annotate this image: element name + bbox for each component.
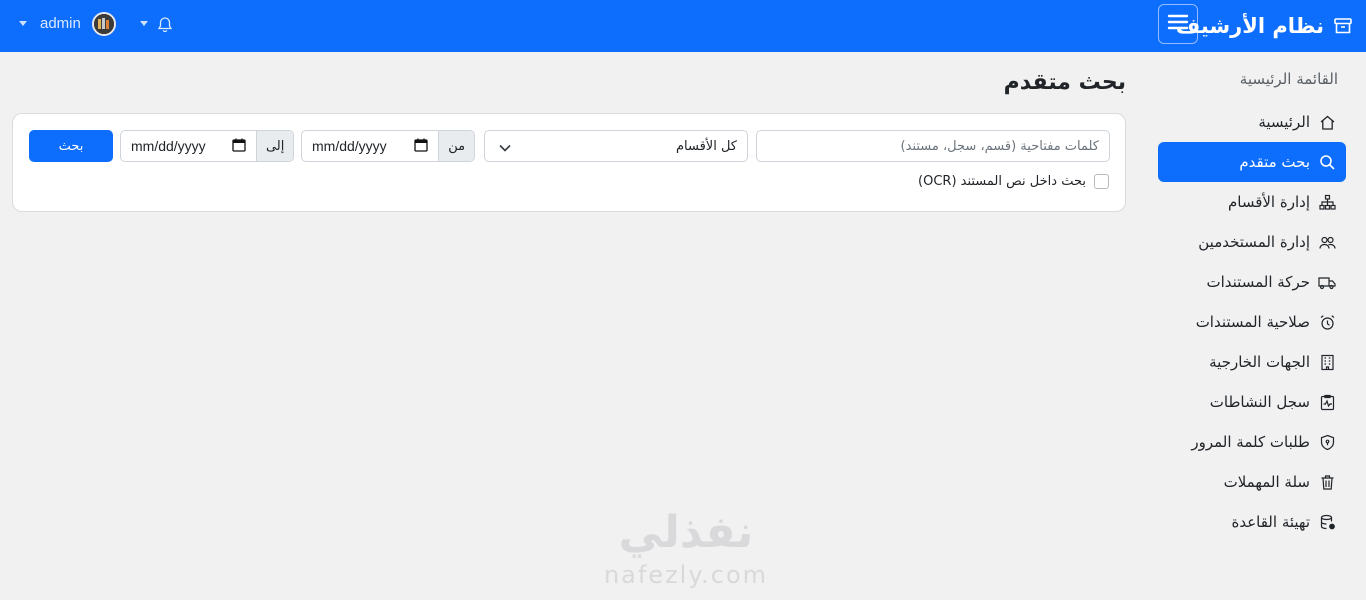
sidebar-item-activity-log[interactable]: سجل النشاطات <box>1158 382 1346 422</box>
date-to-value: mm/dd/yyyy <box>131 138 206 154</box>
date-to-input[interactable]: mm/dd/yyyy <box>121 131 256 161</box>
users-icon <box>1318 233 1336 251</box>
page-title: بحث متقدم <box>1003 70 1126 95</box>
ocr-checkbox-label[interactable]: بحث داخل نص المستند (OCR) <box>918 174 1086 189</box>
date-from-label: من <box>438 131 474 161</box>
sidebar-item-label: بحث متقدم <box>1239 153 1310 171</box>
shield-icon <box>1318 433 1336 451</box>
date-from-value: mm/dd/yyyy <box>312 138 387 154</box>
watermark: نفذلي nafezly.com <box>596 505 776 600</box>
app-title: نظام الأرشيف <box>1175 14 1324 38</box>
notifications-dropdown-caret[interactable] <box>140 21 148 26</box>
trash-icon <box>1318 473 1336 491</box>
search-card: كل الأقسام من mm/dd/yyyy إلى mm/dd/yyyy … <box>12 113 1126 212</box>
date-to-label: إلى <box>256 131 293 161</box>
user-dropdown-caret[interactable] <box>19 21 27 26</box>
sidebar-item-label: سجل النشاطات <box>1209 393 1310 411</box>
sidebar-item-documents-validity[interactable]: صلاحية المستندات <box>1158 302 1346 342</box>
sidebar-item-label: الجهات الخارجية <box>1209 353 1310 371</box>
avatar[interactable] <box>92 12 116 36</box>
department-select-value: كل الأقسام <box>675 138 737 154</box>
sitemap-icon <box>1318 193 1336 211</box>
sidebar-item-users[interactable]: إدارة المستخدمين <box>1158 222 1346 262</box>
database-icon <box>1318 513 1336 531</box>
watermark-arabic: نفذلي <box>618 507 754 558</box>
sidebar-heading: القائمة الرئيسية <box>1239 70 1338 88</box>
calendar-icon[interactable] <box>414 138 428 155</box>
sidebar-item-label: صلاحية المستندات <box>1195 313 1310 331</box>
sidebar-item-label: طلبات كلمة المرور <box>1191 433 1310 451</box>
search-icon <box>1318 153 1336 171</box>
sidebar-item-label: الرئيسية <box>1258 113 1310 131</box>
truck-icon <box>1318 273 1336 291</box>
username[interactable]: admin <box>40 15 81 32</box>
sidebar-item-documents-movement[interactable]: حركة المستندات <box>1158 262 1346 302</box>
sidebar-item-trash[interactable]: سلة المهملات <box>1158 462 1346 502</box>
brand[interactable]: نظام الأرشيف <box>1176 0 1354 52</box>
sidebar-item-label: حركة المستندات <box>1206 273 1310 291</box>
search-button[interactable]: بحث <box>29 130 113 162</box>
hamburger-icon <box>1167 13 1189 35</box>
sidebar-item-advanced-search[interactable]: بحث متقدم <box>1158 142 1346 182</box>
date-from-input[interactable]: mm/dd/yyyy <box>302 131 438 161</box>
sidebar-item-home[interactable]: الرئيسية <box>1158 102 1346 142</box>
sidebar: القائمة الرئيسية الرئيسية بحث متقدم إدار… <box>1158 60 1346 542</box>
ocr-checkbox[interactable] <box>1094 174 1109 189</box>
menu-toggle-button[interactable] <box>1158 4 1198 44</box>
sidebar-item-label: إدارة الأقسام <box>1227 193 1310 211</box>
watermark-url: nafezly.com <box>603 561 769 589</box>
ocr-option[interactable]: بحث داخل نص المستند (OCR) <box>918 174 1109 189</box>
sidebar-item-departments[interactable]: إدارة الأقسام <box>1158 182 1346 222</box>
archive-icon <box>1332 15 1354 37</box>
sidebar-item-external-entities[interactable]: الجهات الخارجية <box>1158 342 1346 382</box>
chevron-down-icon <box>499 137 511 156</box>
activity-icon <box>1318 393 1336 411</box>
date-from-group: من mm/dd/yyyy <box>301 130 475 162</box>
keywords-input[interactable] <box>756 130 1110 162</box>
sidebar-item-label: تهيئة القاعدة <box>1231 513 1310 531</box>
home-icon <box>1318 113 1336 131</box>
date-to-group: إلى mm/dd/yyyy <box>120 130 294 162</box>
building-icon <box>1318 353 1336 371</box>
bell-icon[interactable] <box>155 14 175 34</box>
calendar-icon[interactable] <box>232 138 246 155</box>
sidebar-item-label: سلة المهملات <box>1223 473 1310 491</box>
top-navbar: نظام الأرشيف admin <box>0 0 1366 52</box>
sidebar-item-label: إدارة المستخدمين <box>1198 233 1310 251</box>
sidebar-item-password-requests[interactable]: طلبات كلمة المرور <box>1158 422 1346 462</box>
alarm-icon <box>1318 313 1336 331</box>
department-select[interactable]: كل الأقسام <box>484 130 748 162</box>
sidebar-item-database-setup[interactable]: تهيئة القاعدة <box>1158 502 1346 542</box>
